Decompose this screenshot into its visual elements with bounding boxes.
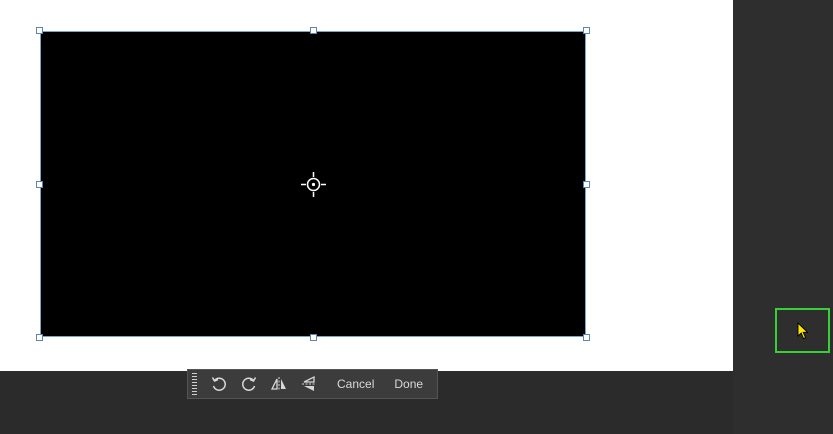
flip-horizontal-icon[interactable]: [267, 372, 291, 396]
resize-handle-top-right[interactable]: [583, 27, 590, 34]
crosshair-icon[interactable]: [301, 172, 326, 197]
resize-handle-middle-right[interactable]: [583, 181, 590, 188]
transform-toolbar: Cancel Done: [187, 369, 438, 399]
resize-handle-top-center[interactable]: [310, 27, 317, 34]
rotate-left-icon[interactable]: [207, 372, 231, 396]
cursor-highlight-box: [775, 308, 830, 353]
resize-handle-bottom-left[interactable]: [36, 334, 43, 341]
resize-handle-top-left[interactable]: [36, 27, 43, 34]
resize-handle-middle-left[interactable]: [36, 181, 43, 188]
resize-handle-bottom-center[interactable]: [310, 334, 317, 341]
done-button[interactable]: Done: [384, 372, 433, 396]
right-side-panel: [733, 0, 833, 434]
cancel-button[interactable]: Cancel: [327, 372, 384, 396]
mouse-pointer-icon: [797, 322, 809, 340]
resize-handle-bottom-right[interactable]: [583, 334, 590, 341]
rotate-right-icon[interactable]: [237, 372, 261, 396]
flip-vertical-icon[interactable]: [297, 372, 321, 396]
grip-icon[interactable]: [192, 373, 197, 395]
